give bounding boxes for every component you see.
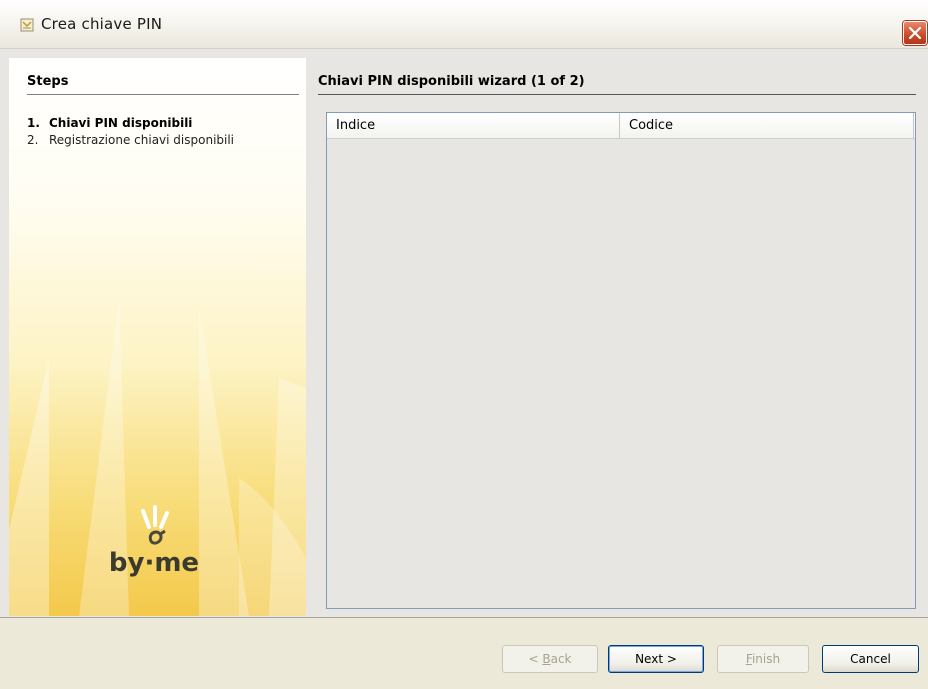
column-header-indice[interactable]: Indice [327,113,620,138]
svg-text:by·me: by·me [109,548,199,578]
title-bar[interactable]: Crea chiave PIN [0,0,928,49]
step-number: 1. [27,116,40,130]
column-header-codice[interactable]: Codice [620,113,914,138]
step-item-2: 2. Registrazione chiavi disponibili [27,133,234,147]
step-number: 2. [27,133,39,147]
wizard-content: Chiavi PIN disponibili wizard (1 of 2) I… [306,58,928,616]
finish-button[interactable]: Finish [717,645,809,673]
window-title: Crea chiave PIN [41,15,163,33]
close-button[interactable] [903,21,927,45]
step-item-1: 1. Chiavi PIN disponibili [27,116,192,130]
next-button[interactable]: Next > [608,645,704,673]
back-button[interactable]: < Back [502,645,598,673]
steps-heading: Steps [27,74,299,95]
table-header: Indice Codice [327,113,915,139]
step-label: Chiavi PIN disponibili [49,116,193,130]
wizard-step-title: Chiavi PIN disponibili wizard (1 of 2) [318,74,916,95]
app-icon [20,18,34,32]
pin-keys-table[interactable]: Indice Codice [326,112,916,609]
by-me-logo: by·me [99,501,209,591]
steps-panel: Steps 1. Chiavi PIN disponibili 2. Registr… [9,58,306,616]
wizard-window: Crea chiave PIN Steps 1. Chiavi PIN dispo… [0,0,928,689]
close-icon [908,26,922,40]
step-label: Registrazione chiavi disponibili [49,133,235,147]
cancel-button[interactable]: Cancel [822,645,919,673]
